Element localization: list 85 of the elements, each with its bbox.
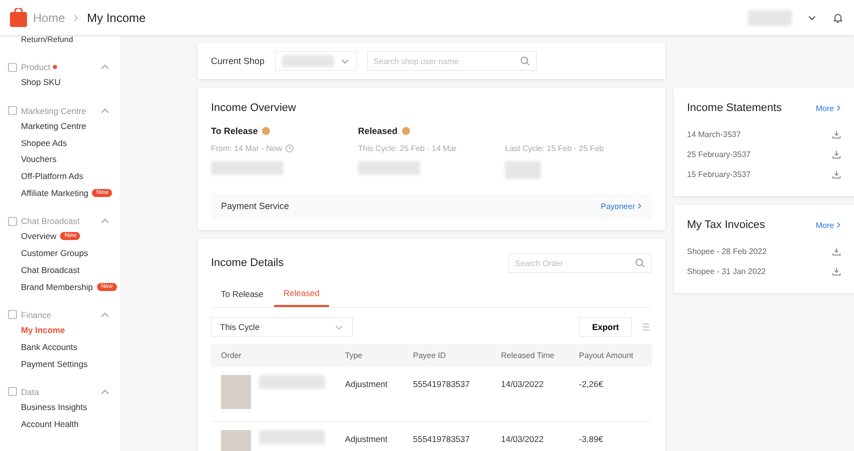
table-cell: Adjustment: [335, 422, 403, 451]
chevron-up-icon[interactable]: [100, 62, 110, 72]
period-text: From: 14 Mar - Now: [211, 144, 282, 153]
sidebar-item[interactable]: Vouchers: [8, 151, 120, 168]
card-title: Income Details: [211, 257, 284, 269]
chevron-right-icon: [73, 12, 80, 22]
sidebar-section-title: Data: [21, 386, 39, 397]
period-text: Last Cycle: 15 Feb - 25 Feb: [505, 144, 604, 153]
breadcrumb-item: My Income: [87, 10, 146, 24]
section-icon: [8, 216, 17, 226]
shop-search-field[interactable]: Search shop user name: [366, 51, 537, 71]
payment-provider-link[interactable]: Payoneer: [600, 202, 642, 210]
sidebar-item[interactable]: Payment Settings: [8, 355, 120, 372]
sidebar-item[interactable]: Account Health: [8, 416, 120, 432]
table-cell: 14/03/2022: [491, 422, 569, 451]
download-icon[interactable]: [832, 150, 841, 158]
blurred-order-id: [259, 430, 325, 444]
section-icon: [8, 62, 17, 72]
shopping-bag-logo-icon: [10, 8, 27, 27]
sidebar-section-title: Product: [21, 62, 50, 72]
clock-icon: [285, 144, 294, 153]
sidebar-item[interactable]: Customer Groups: [8, 244, 120, 262]
column-header: Released Time: [491, 344, 569, 367]
section-icon: [8, 310, 17, 320]
sidebar-item[interactable]: Return/Refund: [8, 35, 120, 47]
document-item[interactable]: 14 March-3537: [687, 130, 741, 138]
download-icon[interactable]: [832, 266, 841, 276]
column-header: Payout Amount: [569, 344, 652, 367]
blurred-amount: [211, 161, 283, 175]
list-icon[interactable]: [640, 321, 652, 333]
search-icon: [635, 258, 645, 268]
download-icon[interactable]: [832, 246, 841, 256]
card-title: Income Statements: [687, 102, 782, 114]
table-cell: -2,26€: [569, 367, 652, 422]
period-text: This Cycle: 25 Feb - 14 Mar: [358, 144, 457, 153]
blurred-amount: [358, 161, 420, 175]
sidebar-item[interactable]: Shopee Ads: [8, 134, 120, 152]
sidebar-item[interactable]: Chat Broadcast: [8, 262, 120, 278]
download-icon[interactable]: [832, 170, 841, 178]
table-cell: Adjustment: [335, 367, 403, 422]
table-cell: -3,89€: [569, 422, 652, 451]
tab[interactable]: To Release: [211, 281, 274, 307]
column-header: Order: [211, 344, 335, 367]
column-header: Payee ID: [403, 344, 491, 367]
document-item[interactable]: 15 February-3537: [687, 170, 751, 178]
document-item[interactable]: Shopee - 28 Feb 2022: [687, 246, 767, 256]
payment-service-label: Payment Service: [221, 201, 290, 211]
section-icon: [8, 387, 17, 396]
table-cell: 555419783537: [403, 422, 491, 451]
cycle-select[interactable]: This Cycle: [211, 317, 353, 337]
card-title: Income Overview: [211, 102, 297, 114]
current-shop-label: Current Shop: [211, 56, 265, 66]
sidebar-item[interactable]: Business Insights: [8, 398, 120, 416]
blurred-username: [748, 10, 792, 26]
blurred-amount: [505, 161, 541, 179]
order-search-field[interactable]: Search Order: [508, 253, 652, 273]
export-button[interactable]: Export: [579, 317, 632, 337]
sidebar-item[interactable]: My Income: [8, 322, 120, 339]
sidebar-section-title: Chat Broadcast: [21, 216, 80, 226]
tab[interactable]: Released: [274, 281, 330, 307]
column-header: Type: [335, 344, 403, 367]
section-title: To Release: [211, 126, 258, 136]
document-item[interactable]: 25 February-3537: [687, 150, 751, 158]
blurred-order-id: [259, 375, 325, 389]
product-photo-placeholder: [221, 375, 251, 409]
section-icon: [8, 106, 17, 116]
document-item[interactable]: Shopee - 31 Jan 2022: [687, 266, 766, 276]
chevron-right-icon: [637, 202, 642, 210]
table-cell: 14/03/2022: [491, 367, 569, 422]
download-icon[interactable]: [832, 130, 841, 138]
chevron-right-icon: [836, 104, 841, 112]
table-cell: 555419783537: [403, 367, 491, 422]
sidebar-section-title: Marketing Centre: [21, 106, 86, 116]
more-link[interactable]: More: [816, 220, 841, 230]
section-title: Released: [358, 126, 398, 136]
sidebar-item[interactable]: Off-Platform Ads: [8, 168, 120, 184]
sidebar-item[interactable]: Bank Accounts: [8, 338, 120, 356]
chevron-right-icon: [836, 221, 841, 229]
more-link[interactable]: More: [816, 104, 841, 112]
bell-icon[interactable]: [832, 12, 844, 24]
sidebar-item[interactable]: Marketing Centre: [8, 118, 120, 134]
search-icon: [520, 56, 530, 66]
sidebar-item[interactable]: Shop SKU: [8, 74, 120, 91]
card-title: My Tax Invoices: [687, 219, 766, 231]
sidebar-section-title: Finance: [21, 310, 52, 320]
